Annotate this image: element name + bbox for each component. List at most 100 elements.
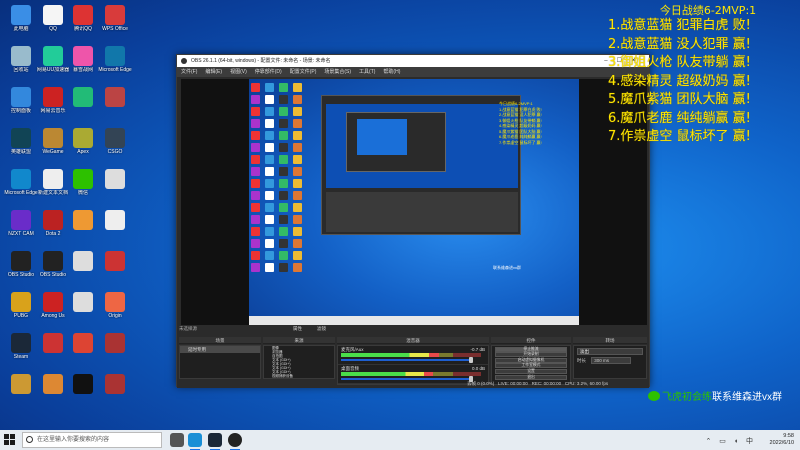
sources-list[interactable]: 图像 浏览器 自拍图 文本 (GDI+) 文本 (GDI+) 文本 (GDI+) 文本 (G… (263, 345, 335, 379)
desktop-icon[interactable] (66, 373, 100, 409)
task-view-icon[interactable] (170, 433, 184, 447)
app-icon (73, 128, 93, 148)
obs-menu-item[interactable]: 配置文件(P) (290, 69, 317, 75)
preview-stats-line: 4.感染精灵 超级奶妈 赢! (499, 123, 542, 128)
desktop-icon[interactable]: 微信 (66, 168, 100, 204)
start-button[interactable] (4, 434, 16, 446)
stats-line: 6.魔爪老鹿 纯纯躺赢 赢! (608, 110, 751, 126)
desktop-icon-label: Apex (77, 149, 89, 155)
filters-button[interactable]: 滤镜 (317, 326, 326, 332)
desktop-icon[interactable] (98, 168, 132, 204)
control-button[interactable]: 设置 (495, 368, 567, 374)
desktop-icon[interactable]: Microsoft Edge (98, 45, 132, 81)
obs-taskbar-icon[interactable] (228, 433, 242, 450)
desktop-icon[interactable]: 控制面板 (4, 86, 38, 122)
desktop-icon[interactable] (66, 86, 100, 122)
control-button[interactable]: 开始录制 (495, 352, 567, 358)
desktop-icon[interactable]: Apex (66, 127, 100, 163)
desktop-icon[interactable]: QQ (36, 4, 70, 40)
desktop-icon[interactable]: PUBG (4, 291, 38, 327)
brand-text: 联系维森进vx群 (712, 392, 782, 403)
obs-preview[interactable]: 今日战绩6-2MVP:1 1.战意蓝猫 犯罪白虎 败! 2.战意蓝猫 没人犯罪 赢!… (181, 79, 647, 325)
desktop-icon[interactable] (66, 209, 100, 245)
desktop-icon-label: OBS Studio (7, 272, 35, 278)
scene-item[interactable]: 延时专用 (180, 346, 260, 353)
desktop-icon[interactable]: Dota 2 (36, 209, 70, 245)
desktop-icon[interactable]: Microsoft Edge (4, 168, 38, 204)
app-icon (105, 251, 125, 271)
desktop-icon[interactable]: WeGame (36, 127, 70, 163)
obs-menu-item[interactable]: 帮助(H) (383, 69, 400, 75)
desktop-icon[interactable] (4, 373, 38, 409)
app-icon (43, 292, 63, 312)
desktop-icon[interactable]: OBS Studio (4, 250, 38, 286)
preview-desktop: 今日战绩6-2MVP:1 1.战意蓝猫 犯罪白虎 败! 2.战意蓝猫 没人犯罪 赢!… (249, 79, 579, 325)
desktop-icon[interactable] (36, 332, 70, 368)
desktop-icon[interactable]: 此电脑 (4, 4, 38, 40)
desktop-icon[interactable]: Origin (98, 291, 132, 327)
stats-line: 1.战意蓝猫 犯罪白虎 败! (608, 18, 751, 33)
scenes-list[interactable]: 延时专用 (179, 345, 261, 379)
volume-slider[interactable] (341, 357, 473, 363)
desktop-icon[interactable]: 网易云音乐 (36, 86, 70, 122)
steam-taskbar-icon[interactable] (208, 433, 222, 450)
desktop-icon[interactable]: Steam (4, 332, 38, 368)
obs-titlebar[interactable]: OBS 26.1.1 (64-bit, windows) - 配置文件: 未命名… (177, 55, 649, 67)
app-icon (43, 128, 63, 148)
desktop-icon[interactable]: NZXT CAM (4, 209, 38, 245)
duration-input[interactable]: 300 ms (591, 357, 632, 364)
desktop-icon[interactable] (66, 332, 100, 368)
desktop-icon[interactable] (98, 332, 132, 368)
desktop-icon[interactable]: OBS Studio (36, 250, 70, 286)
control-button[interactable]: 停止推流 (495, 346, 567, 352)
audio-mixer[interactable]: 麦克风/Aux -0.7 dB 桌面音频 0.0 dB (337, 345, 489, 385)
desktop-icon[interactable]: 新建文本文档 (36, 168, 70, 204)
volume-meter (341, 372, 481, 376)
desktop-icon[interactable]: Among Us (36, 291, 70, 327)
clock[interactable]: 9:58 2022/6/10 (770, 433, 794, 447)
desktop-icon[interactable] (98, 209, 132, 245)
obs-menu-item[interactable]: 工具(T) (359, 69, 375, 75)
sources-header: 来源 (263, 337, 335, 344)
obs-menubar: 文件(F) 编辑(E) 视图(V) 停靠部件(D) 配置文件(P) 场景集合(S) 工具(T… (177, 67, 649, 77)
system-tray-icons[interactable]: ⌃ ▭ ◖ 中 (705, 436, 756, 446)
desktop-icon-label: 控制面板 (10, 108, 31, 114)
desktop-icon[interactable] (98, 250, 132, 286)
app-icon (105, 46, 125, 66)
taskbar-search[interactable]: 在这里输入你要搜索的内容 (22, 432, 162, 448)
desktop-icon[interactable]: 腾讯QQ (66, 4, 100, 40)
volume-slider[interactable] (341, 376, 473, 382)
desktop-icon[interactable]: WPS Office (98, 4, 132, 40)
desktop-icon[interactable]: 英雄联盟 (4, 127, 38, 163)
transitions-panel[interactable]: 淡出 时长 300 ms (573, 345, 647, 379)
obs-menu-item[interactable]: 编辑(E) (205, 69, 222, 75)
mixer-channel[interactable]: 桌面音频 0.0 dB (338, 365, 488, 384)
desktop-icon[interactable] (66, 291, 100, 327)
desktop-icon[interactable] (98, 86, 132, 122)
source-item[interactable]: 显示器 (264, 378, 334, 379)
app-icon (43, 210, 63, 230)
properties-button[interactable]: 属性 (293, 326, 302, 332)
desktop-icon[interactable]: 暴雪战网 (66, 45, 100, 81)
duration-label: 时长 (577, 358, 586, 363)
mixer-channel[interactable]: 麦克风/Aux -0.7 dB (338, 346, 488, 365)
desktop-icon[interactable]: 网易UU加速器 (36, 45, 70, 81)
edge-taskbar-icon[interactable] (188, 433, 202, 450)
preview-nested-obs (321, 95, 521, 235)
control-button[interactable]: 工作室模式 (495, 363, 567, 369)
desktop-icon[interactable]: CSGO (98, 127, 132, 163)
desktop-icon[interactable] (36, 373, 70, 409)
no-source-label: 未选择源 (179, 326, 197, 331)
obs-menu-item[interactable]: 场景集合(S) (324, 69, 351, 75)
obs-menu-item[interactable]: 文件(F) (181, 69, 197, 75)
desktop-icon[interactable] (66, 250, 100, 286)
desktop-icon[interactable]: 回收站 (4, 45, 38, 81)
obs-window[interactable]: OBS 26.1.1 (64-bit, windows) - 配置文件: 未命名… (176, 54, 650, 388)
desktop-icon[interactable] (98, 373, 132, 409)
control-button[interactable]: 退出 (495, 374, 567, 380)
app-icon (43, 169, 63, 189)
obs-menu-item[interactable]: 视图(V) (230, 69, 247, 75)
obs-menu-item[interactable]: 停靠部件(D) (255, 69, 282, 75)
transition-select[interactable]: 淡出 (577, 348, 643, 355)
desktop-icon-label: NZXT CAM (8, 231, 34, 237)
